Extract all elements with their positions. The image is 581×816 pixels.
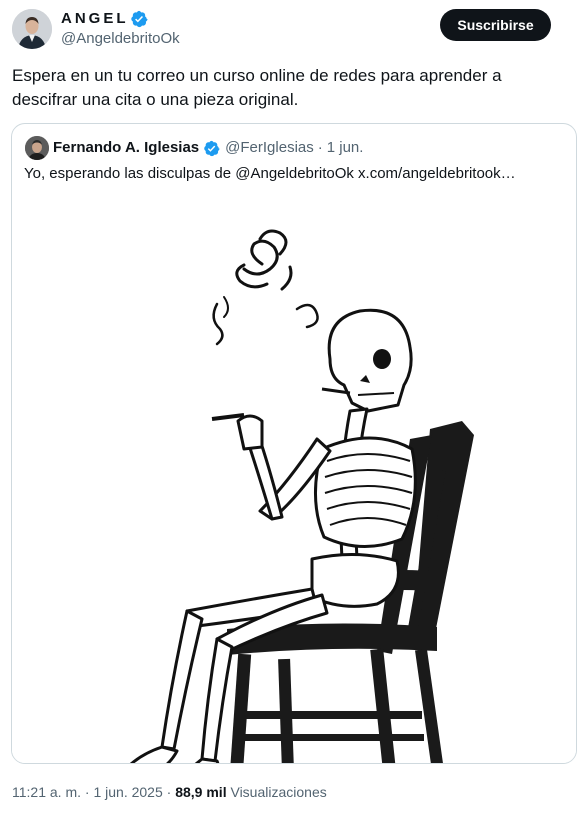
tweet-time[interactable]: 11:21 a. m. (12, 784, 81, 800)
quoted-text: Yo, esperando las disculpas de @Angeldeb… (24, 165, 516, 182)
verified-badge-icon (204, 140, 220, 156)
quoted-header: Fernando A. Iglesias @FerIglesias · 1 ju… (53, 137, 363, 159)
tweet-date[interactable]: 1 jun. 2025 (93, 784, 162, 800)
verified-badge-icon (130, 10, 148, 28)
author-avatar[interactable] (12, 9, 52, 49)
quoted-author-handle[interactable]: @FerIglesias (225, 137, 314, 159)
author-name-row[interactable]: ANGEL (61, 9, 148, 29)
views-count: 88,9 mil (175, 784, 227, 800)
quoted-author-avatar[interactable] (25, 136, 49, 160)
meta-separator: · (166, 784, 172, 800)
tweet-footer: 11:21 a. m. · 1 jun. 2025 · 88,9 mil Vis… (12, 782, 327, 802)
tweet-text: Espera en un tu correo un curso online d… (12, 66, 502, 109)
author-name[interactable]: ANGEL (61, 9, 129, 29)
views-label: Visualizaciones (230, 784, 327, 800)
quoted-date[interactable]: 1 jun. (327, 137, 364, 159)
meta-separator: · (317, 139, 323, 156)
meta-separator: · (84, 784, 90, 800)
subscribe-button[interactable]: Suscribirse (440, 9, 551, 41)
quoted-author-name[interactable]: Fernando A. Iglesias (53, 137, 199, 159)
author-handle[interactable]: @AngeldebritoOk (61, 29, 180, 49)
quoted-tweet-card[interactable]: Fernando A. Iglesias @FerIglesias · 1 ju… (11, 123, 577, 764)
skeleton-chair-image[interactable] (12, 199, 576, 763)
